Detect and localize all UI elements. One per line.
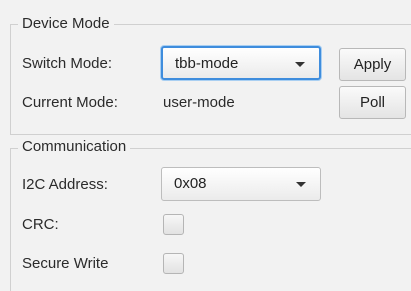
chevron-down-icon: [296, 182, 306, 187]
crc-checkbox[interactable]: [163, 214, 184, 235]
i2c-address-select[interactable]: 0x08: [161, 167, 321, 201]
i2c-address-selected-value: 0x08: [174, 175, 207, 192]
switch-mode-selected-value: tbb-mode: [175, 55, 239, 72]
communication-title: Communication: [18, 138, 131, 156]
switch-mode-label: Switch Mode:: [22, 55, 113, 72]
secure-write-checkbox[interactable]: [163, 253, 184, 274]
current-mode-value: user-mode: [163, 94, 235, 111]
current-mode-label: Current Mode:: [22, 94, 118, 111]
secure-write-label: Secure Write: [22, 255, 109, 272]
apply-button[interactable]: Apply: [339, 48, 406, 81]
chevron-down-icon: [295, 62, 305, 67]
device-mode-title: Device Mode: [18, 15, 114, 33]
switch-mode-select[interactable]: tbb-mode: [161, 46, 321, 80]
i2c-address-label: I2C Address:: [22, 176, 108, 193]
crc-label: CRC:: [22, 216, 59, 233]
poll-button[interactable]: Poll: [339, 86, 406, 119]
